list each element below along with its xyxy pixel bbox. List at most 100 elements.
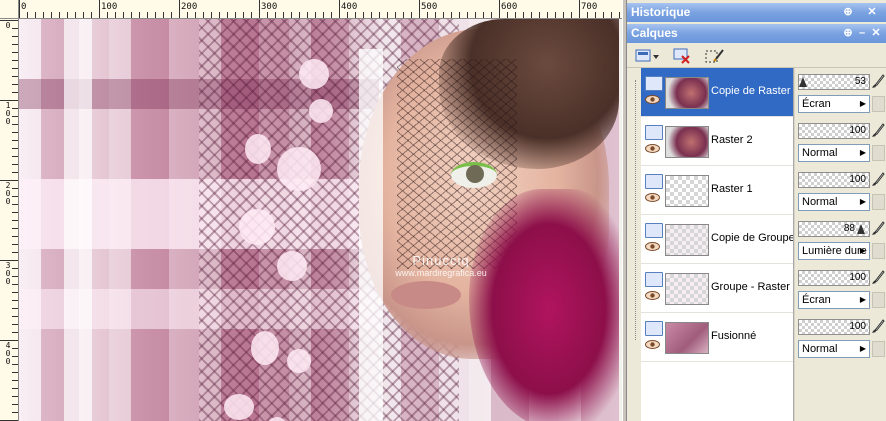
ruler-tick [355,12,356,18]
ruler-tick [67,12,68,18]
ruler-tick [403,12,404,18]
blend-mode-dropdown[interactable]: Écran ▶ [798,95,870,113]
eye-icon[interactable] [645,340,660,349]
chevron-right-icon[interactable]: ▶ [857,96,869,112]
ruler-tick [203,12,204,18]
chevron-right-icon[interactable]: ▶ [857,243,869,259]
blend-mode-dropdown[interactable]: Normal ▶ [798,144,870,162]
ruler-tick [115,12,116,18]
calques-panel-titlebar[interactable]: Calques ⊕ – ✕ [627,24,886,43]
blend-mode-dropdown[interactable]: Normal ▶ [798,340,870,358]
lock-icon[interactable] [872,243,885,259]
opacity-marker[interactable] [857,224,865,234]
layer-thumbnail [665,224,709,256]
opacity-marker[interactable] [799,77,807,87]
edit-selection-button[interactable] [703,46,727,66]
layer-tree-line [635,80,637,340]
ruler-tick [427,12,428,18]
ruler-label-vertical: 300 [5,261,11,286]
ruler-label: 200 [181,2,198,12]
eye-icon[interactable] [645,242,660,251]
brush-icon[interactable] [871,269,885,285]
layer-row[interactable]: Copie de Groupe [641,215,795,264]
close-icon[interactable]: ✕ [865,3,879,22]
lock-icon[interactable] [872,194,885,210]
ruler-tick [451,12,452,18]
layers-toolbar [627,43,886,68]
ruler-tick [275,12,276,18]
chevron-right-icon[interactable]: ▶ [857,194,869,210]
opacity-slider[interactable]: 100 [798,270,870,286]
pin-icon[interactable]: ⊕ [841,24,855,43]
blend-mode-value: Normal [802,196,838,208]
ruler-tick [603,12,604,18]
ruler-tick [12,292,18,293]
ruler-tick [12,252,18,253]
brush-icon[interactable] [871,122,885,138]
ruler-tick [251,12,252,18]
lock-icon[interactable] [872,292,885,308]
ruler-tick [459,12,460,18]
ruler-tick [0,20,18,21]
delete-layer-button[interactable] [671,46,695,66]
layer-row[interactable]: Copie de Raster 2 [641,68,800,117]
ruler-tick [12,364,18,365]
layer-type-icon [645,272,663,287]
ruler-tick [12,300,18,301]
ruler-label: 600 [501,2,518,12]
chevron-right-icon[interactable]: ▶ [857,145,869,161]
brush-icon[interactable] [871,220,885,236]
opacity-value: 100 [849,125,866,136]
ruler-tick [12,372,18,373]
layer-row[interactable]: Fusionné [641,313,793,362]
brush-icon[interactable] [871,318,885,334]
brush-icon[interactable] [871,73,885,89]
eye-icon[interactable] [645,95,660,104]
chevron-right-icon[interactable]: ▶ [857,341,869,357]
ruler-tick [163,12,164,18]
ruler-tick [307,12,308,18]
ruler-tick [611,12,612,18]
blend-mode-dropdown[interactable]: Lumière dure ▶ [798,242,870,260]
pin-icon[interactable]: ⊕ [841,3,855,22]
layer-row[interactable]: Raster 2 [641,117,793,166]
eye-icon[interactable] [645,144,660,153]
close-icon[interactable]: ✕ [869,24,883,43]
layer-properties-row: 100 Normal ▶ [795,117,886,165]
lock-icon[interactable] [872,341,885,357]
ruler-tick [443,12,444,18]
eye-icon[interactable] [645,193,660,202]
brush-icon[interactable] [871,171,885,187]
ruler-tick [12,36,18,37]
ruler-tick [12,108,18,109]
new-layer-button[interactable] [633,46,659,66]
layer-row[interactable]: Groupe - Raster 1 [641,264,799,313]
watermark-url: www.mardiregrafica.eu [395,268,487,278]
layer-row[interactable]: Raster 1 [641,166,793,215]
lock-icon[interactable] [872,96,885,112]
image-canvas-area[interactable]: 0 100 200 300 400 500 600 700 0 100 200 … [0,0,622,421]
lock-icon[interactable] [872,145,885,161]
opacity-slider[interactable]: 53 [798,74,870,90]
minimize-icon[interactable]: – [855,24,869,43]
layer-properties-row: 53 Écran ▶ [795,68,886,116]
ruler-tick [299,12,300,18]
ruler-tick [579,0,580,18]
ruler-label: 500 [421,2,438,12]
eye-icon[interactable] [645,291,660,300]
ruler-tick [12,84,18,85]
ruler-tick [12,244,18,245]
opacity-slider[interactable]: 100 [798,319,870,335]
vertical-ruler: 0 100 200 300 400 [0,0,19,421]
historique-panel-titlebar[interactable]: Historique ⊕ ✕ [627,3,886,22]
opacity-slider[interactable]: 100 [798,123,870,139]
opacity-slider[interactable]: 88 [798,221,870,237]
layer-type-icon [645,174,663,189]
ruler-tick [411,12,412,18]
blend-mode-dropdown[interactable]: Écran ▶ [798,291,870,309]
layer-properties-row: 100 Normal ▶ [795,313,886,361]
ruler-tick [371,12,372,18]
blend-mode-dropdown[interactable]: Normal ▶ [798,193,870,211]
chevron-right-icon[interactable]: ▶ [857,292,869,308]
opacity-slider[interactable]: 100 [798,172,870,188]
